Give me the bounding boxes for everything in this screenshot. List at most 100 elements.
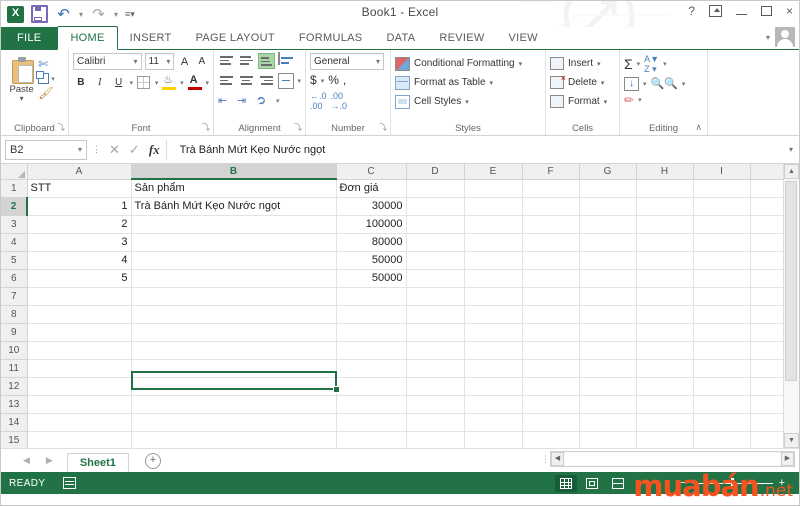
column-header-f[interactable]: F: [522, 164, 579, 179]
cell-E6[interactable]: [464, 269, 522, 287]
wrap-text-button[interactable]: ➲: [256, 93, 273, 109]
cell-E13[interactable]: [464, 395, 522, 413]
sort-filter-dropdown-icon[interactable]: ▾: [663, 60, 667, 68]
cell-F9[interactable]: [522, 323, 579, 341]
underline-dropdown-icon[interactable]: ▾: [129, 79, 133, 87]
align-bottom-icon[interactable]: [258, 53, 275, 69]
minimize-icon[interactable]: [736, 8, 747, 15]
cell-A10[interactable]: [27, 341, 131, 359]
cell-G2[interactable]: [579, 197, 636, 215]
cell-A12[interactable]: [27, 377, 131, 395]
cell-J4[interactable]: [750, 233, 786, 251]
cell-H14[interactable]: [636, 413, 693, 431]
insert-dropdown-icon[interactable]: ▾: [597, 60, 601, 68]
font-name-dropdown-icon[interactable]: ▾: [134, 57, 138, 66]
cell-J3[interactable]: [750, 215, 786, 233]
cell-E8[interactable]: [464, 305, 522, 323]
cell-F15[interactable]: [522, 431, 579, 448]
name-box[interactable]: B2 ▾: [5, 140, 87, 160]
cell-E10[interactable]: [464, 341, 522, 359]
comma-format-button[interactable]: ,: [343, 74, 346, 87]
column-header-i[interactable]: I: [693, 164, 750, 179]
row-header-1[interactable]: 1: [1, 179, 27, 197]
row-header-5[interactable]: 5: [1, 251, 27, 269]
column-header-g[interactable]: G: [579, 164, 636, 179]
help-icon[interactable]: ?: [688, 4, 695, 18]
cell-I1[interactable]: [693, 179, 750, 197]
cell-J6[interactable]: [750, 269, 786, 287]
underline-button[interactable]: U: [111, 74, 127, 91]
cell-G5[interactable]: [579, 251, 636, 269]
cell-F6[interactable]: [522, 269, 579, 287]
collapse-ribbon-icon[interactable]: ∧: [695, 122, 702, 133]
cell-E2[interactable]: [464, 197, 522, 215]
cell-F1[interactable]: [522, 179, 579, 197]
cell-H2[interactable]: [636, 197, 693, 215]
autosum-dropdown-icon[interactable]: ▾: [637, 60, 641, 68]
alignment-dialog-launcher[interactable]: ⤵: [294, 122, 302, 133]
cell-A8[interactable]: [27, 305, 131, 323]
cell-A7[interactable]: [27, 287, 131, 305]
increase-font-size-button[interactable]: A: [177, 53, 191, 70]
column-header-b[interactable]: B: [131, 164, 336, 179]
cell-A2[interactable]: 1: [27, 197, 131, 215]
cell-E9[interactable]: [464, 323, 522, 341]
zoom-out-icon[interactable]: −: [680, 478, 686, 489]
cell-E11[interactable]: [464, 359, 522, 377]
cell-H8[interactable]: [636, 305, 693, 323]
cell-D1[interactable]: [406, 179, 464, 197]
zoom-track[interactable]: [693, 483, 773, 484]
tab-data[interactable]: DATA: [374, 27, 427, 49]
cell-D6[interactable]: [406, 269, 464, 287]
cell-C14[interactable]: [336, 413, 406, 431]
cell-B15[interactable]: [131, 431, 336, 448]
font-size-input[interactable]: 11 ▾: [145, 53, 175, 70]
cell-F13[interactable]: [522, 395, 579, 413]
increase-indent-icon[interactable]: ⇥: [237, 94, 253, 109]
tab-formulas[interactable]: FORMULAS: [287, 27, 375, 49]
cell-B6[interactable]: [131, 269, 336, 287]
cell-G9[interactable]: [579, 323, 636, 341]
cell-G10[interactable]: [579, 341, 636, 359]
cell-H13[interactable]: [636, 395, 693, 413]
tab-file[interactable]: FILE: [1, 27, 57, 49]
fill-handle[interactable]: [333, 386, 340, 393]
cell-A4[interactable]: 3: [27, 233, 131, 251]
cell-F12[interactable]: [522, 377, 579, 395]
borders-dropdown-icon[interactable]: ▾: [155, 79, 159, 87]
cell-D11[interactable]: [406, 359, 464, 377]
cell-D8[interactable]: [406, 305, 464, 323]
cell-G13[interactable]: [579, 395, 636, 413]
fill-color-dropdown-icon[interactable]: ▾: [180, 79, 184, 87]
cell-B9[interactable]: [131, 323, 336, 341]
previous-sheet-icon[interactable]: ◀: [23, 455, 30, 466]
row-header-10[interactable]: 10: [1, 341, 27, 359]
cell-F8[interactable]: [522, 305, 579, 323]
cell-D2[interactable]: [406, 197, 464, 215]
row-header-8[interactable]: 8: [1, 305, 27, 323]
scroll-down-icon[interactable]: ▼: [784, 433, 799, 448]
cell-I11[interactable]: [693, 359, 750, 377]
cell-B4[interactable]: [131, 233, 336, 251]
wrap-text-dropdown-icon[interactable]: ▾: [276, 97, 280, 105]
cell-B14[interactable]: [131, 413, 336, 431]
column-header-h[interactable]: H: [636, 164, 693, 179]
cell-J11[interactable]: [750, 359, 786, 377]
cell-C8[interactable]: [336, 305, 406, 323]
cell-F4[interactable]: [522, 233, 579, 251]
cell-D10[interactable]: [406, 341, 464, 359]
percent-format-button[interactable]: %: [328, 74, 339, 87]
row-header-4[interactable]: 4: [1, 233, 27, 251]
cell-H15[interactable]: [636, 431, 693, 448]
cell-D15[interactable]: [406, 431, 464, 448]
cell-C11[interactable]: [336, 359, 406, 377]
cell-I4[interactable]: [693, 233, 750, 251]
cell-D9[interactable]: [406, 323, 464, 341]
cell-G8[interactable]: [579, 305, 636, 323]
cell-J10[interactable]: [750, 341, 786, 359]
row-header-6[interactable]: 6: [1, 269, 27, 287]
row-header-9[interactable]: 9: [1, 323, 27, 341]
vertical-scroll-thumb[interactable]: [785, 181, 797, 381]
normal-view-button[interactable]: [555, 475, 577, 492]
copy-button[interactable]: ▾: [38, 73, 55, 84]
